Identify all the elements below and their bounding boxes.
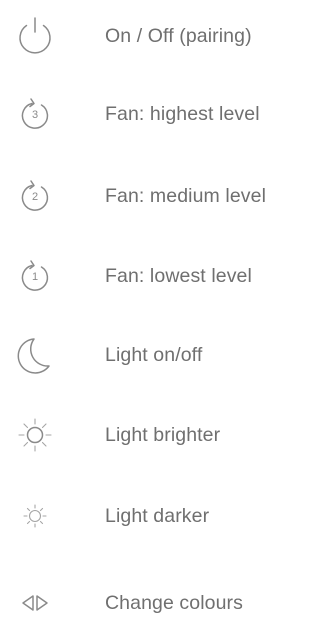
legend-label-fan-highest: Fan: highest level xyxy=(105,103,260,125)
legend-row-light-brighter: Light brighter xyxy=(0,405,306,465)
legend-label-power: On / Off (pairing) xyxy=(105,25,252,47)
legend-row-light-toggle: Light on/off xyxy=(0,325,306,385)
legend-label-fan-lowest: Fan: lowest level xyxy=(105,265,252,287)
legend-label-light-brighter: Light brighter xyxy=(105,424,221,446)
fan-level-3-icon: 3 xyxy=(10,84,60,144)
legend-label-light-toggle: Light on/off xyxy=(105,344,203,366)
legend-row-power: On / Off (pairing) xyxy=(0,6,306,66)
sun-large-icon xyxy=(10,405,60,465)
legend-row-light-darker: Light darker xyxy=(0,486,306,546)
legend-row-fan-medium: 2 Fan: medium level xyxy=(0,166,306,226)
power-icon xyxy=(10,6,60,66)
fan-level-1-icon: 1 xyxy=(10,246,60,306)
legend-row-change-colours: Change colours xyxy=(0,573,306,633)
legend-row-fan-lowest: 1 Fan: lowest level xyxy=(0,246,306,306)
moon-icon xyxy=(10,325,60,385)
sun-small-icon xyxy=(10,486,60,546)
legend-label-change-colours: Change colours xyxy=(105,592,243,614)
fan-level-number: 1 xyxy=(32,271,38,283)
legend-label-fan-medium: Fan: medium level xyxy=(105,185,267,207)
fan-level-number: 3 xyxy=(32,109,38,121)
legend-row-fan-highest: 3 Fan: highest level xyxy=(0,84,306,144)
fan-level-2-icon: 2 xyxy=(10,166,60,226)
legend-label-light-darker: Light darker xyxy=(105,505,210,527)
fan-level-number: 2 xyxy=(32,191,38,203)
left-right-arrows-icon xyxy=(10,573,60,633)
